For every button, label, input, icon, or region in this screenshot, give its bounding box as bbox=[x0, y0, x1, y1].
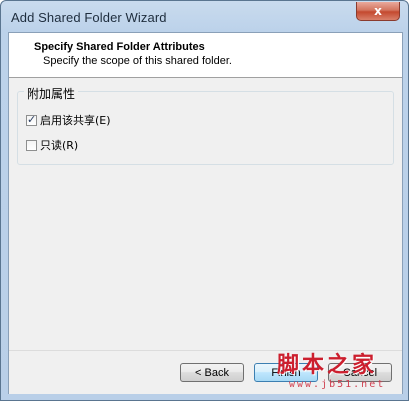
wizard-window: Add Shared Folder Wizard x Specify Share… bbox=[0, 0, 409, 401]
title-bar[interactable]: Add Shared Folder Wizard x bbox=[1, 1, 408, 33]
watermark-url: www.jb51.net bbox=[289, 379, 386, 390]
attributes-groupbox: 附加属性 ✓ 启用该共享(E) 只读(R) bbox=[17, 85, 394, 165]
enable-share-checkbox-row[interactable]: ✓ 启用该共享(E) bbox=[26, 112, 111, 128]
watermark-logo-text: 脚本之家 bbox=[277, 352, 378, 378]
groupbox-title: 附加属性 bbox=[24, 85, 79, 102]
read-only-checkbox[interactable] bbox=[26, 139, 37, 151]
checkmark-icon: ✓ bbox=[27, 112, 37, 126]
page-title: Specify Shared Folder Attributes bbox=[34, 41, 205, 53]
page-subtitle: Specify the scope of this shared folder. bbox=[43, 55, 232, 67]
enable-share-checkbox[interactable]: ✓ bbox=[26, 112, 37, 126]
wizard-body: 附加属性 ✓ 启用该共享(E) 只读(R) bbox=[9, 78, 402, 350]
enable-share-label: 启用该共享(E) bbox=[40, 114, 111, 127]
close-icon: x bbox=[374, 4, 382, 18]
window-title: Add Shared Folder Wizard bbox=[11, 10, 167, 25]
wizard-client-area: Specify Shared Folder Attributes Specify… bbox=[8, 32, 403, 394]
read-only-checkbox-row[interactable]: 只读(R) bbox=[26, 137, 78, 153]
back-button[interactable]: < Back bbox=[180, 363, 244, 382]
site-watermark: 脚本之家 www.jb51.net bbox=[277, 347, 407, 397]
wizard-header: Specify Shared Folder Attributes Specify… bbox=[9, 33, 402, 78]
read-only-label: 只读(R) bbox=[40, 139, 79, 152]
close-button[interactable]: x bbox=[356, 2, 400, 21]
